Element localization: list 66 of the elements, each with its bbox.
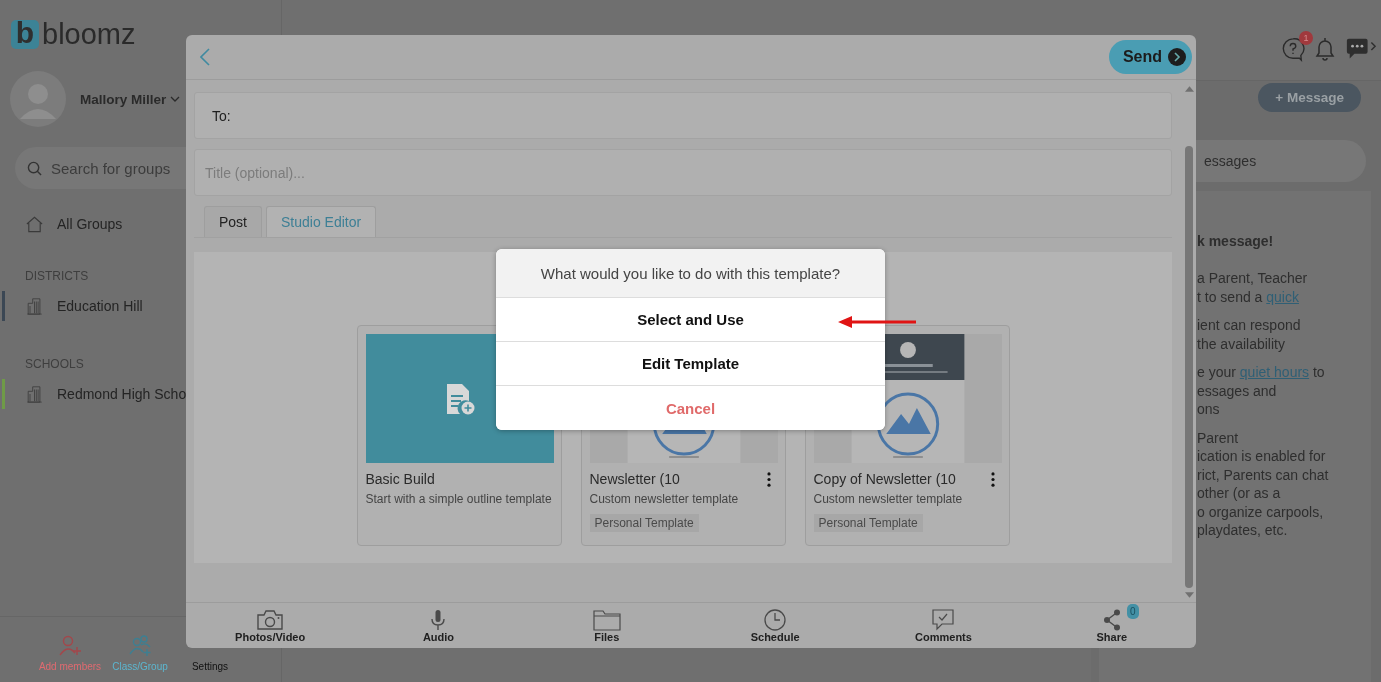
send-button[interactable]: Send bbox=[1108, 40, 1192, 74]
new-message-button[interactable]: + Message bbox=[1258, 83, 1361, 112]
sheet-action[interactable]: Select and Use bbox=[496, 298, 885, 342]
template-title: Basic Build bbox=[365, 471, 435, 487]
nav-item[interactable]: Redmond High Scho bbox=[57, 386, 187, 402]
nav-item[interactable]: All Groups bbox=[57, 216, 123, 232]
toolbar-button[interactable]: Audio bbox=[354, 603, 523, 648]
sheet-question: What would you like to do with this template? bbox=[496, 249, 885, 298]
back-icon[interactable] bbox=[200, 48, 210, 66]
user-name[interactable]: Mallory Miller bbox=[80, 91, 167, 107]
add-person-icon bbox=[58, 633, 82, 657]
info-text: ication is enabled for bbox=[1197, 448, 1326, 464]
info-text: rict, Parents can chat bbox=[1197, 466, 1329, 483]
template-tag: Personal Template bbox=[589, 514, 699, 532]
scrollbar-thumb[interactable] bbox=[1185, 146, 1193, 588]
editor-tab[interactable]: Post bbox=[204, 206, 262, 237]
toolbar-button[interactable]: Schedule bbox=[691, 603, 860, 648]
info-text: o organize carpools, bbox=[1197, 503, 1324, 520]
info-text: the availability bbox=[1197, 335, 1285, 352]
info-text: to bbox=[1311, 364, 1325, 380]
toolbar-button[interactable]: Files bbox=[522, 603, 691, 648]
add-group-icon bbox=[128, 633, 152, 657]
info-text: other (or as a bbox=[1197, 485, 1281, 501]
template-description: Start with a simple outline template bbox=[365, 492, 553, 507]
info-text: playdates, etc. bbox=[1197, 522, 1288, 538]
template-description: Custom newsletter template bbox=[589, 492, 740, 507]
template-tag: Personal Template bbox=[813, 514, 923, 532]
template-title: Copy of Newsletter (10 bbox=[813, 471, 956, 487]
more-options-icon[interactable] bbox=[766, 471, 771, 487]
info-text: essages and bbox=[1197, 382, 1277, 399]
chevron-down-icon[interactable] bbox=[170, 96, 181, 102]
toolbar-button[interactable]: 0 Share bbox=[1027, 603, 1196, 648]
toolbar-button[interactable]: Photos/Video bbox=[186, 603, 355, 648]
home-icon bbox=[25, 215, 44, 233]
sheet-action[interactable]: Edit Template bbox=[496, 342, 885, 386]
chat-icon[interactable] bbox=[1345, 37, 1377, 61]
folder-icon bbox=[592, 608, 621, 631]
scroll-down-icon[interactable] bbox=[1184, 592, 1194, 598]
info-text: t to send a bbox=[1197, 288, 1264, 305]
logo-mark: b bbox=[11, 20, 39, 49]
info-text: a Parent, Teacher bbox=[1197, 270, 1308, 286]
arrow-right-icon bbox=[1168, 48, 1186, 66]
search-icon bbox=[27, 161, 42, 176]
panel-heading: k message! bbox=[1197, 233, 1275, 249]
logo-text: bloomz bbox=[42, 18, 136, 51]
bell-icon[interactable] bbox=[1313, 36, 1337, 62]
building-icon bbox=[25, 385, 44, 403]
camera-icon bbox=[256, 608, 285, 631]
info-text: Parent bbox=[1197, 429, 1239, 446]
template-title: Newsletter (10 bbox=[589, 471, 680, 487]
add-document-icon bbox=[444, 381, 475, 416]
info-text: ient can respond bbox=[1197, 317, 1301, 333]
scroll-up-icon[interactable] bbox=[1184, 86, 1194, 92]
count-badge: 0 bbox=[1126, 603, 1139, 619]
notification-badge: 1 bbox=[1299, 31, 1313, 45]
sheet-action[interactable]: Cancel bbox=[496, 386, 885, 430]
help-icon[interactable] bbox=[1281, 36, 1305, 62]
building-icon bbox=[25, 297, 44, 315]
toolbar-button[interactable]: Comments bbox=[859, 603, 1028, 648]
more-options-icon[interactable] bbox=[990, 471, 995, 487]
recipient-field[interactable]: To: bbox=[194, 92, 1172, 139]
info-text: e your bbox=[1197, 364, 1237, 380]
nav-item[interactable]: Education Hill bbox=[57, 298, 143, 314]
avatar-icon[interactable] bbox=[10, 71, 66, 127]
info-text: ons bbox=[1197, 401, 1220, 417]
template-description: Custom newsletter template bbox=[813, 492, 964, 507]
